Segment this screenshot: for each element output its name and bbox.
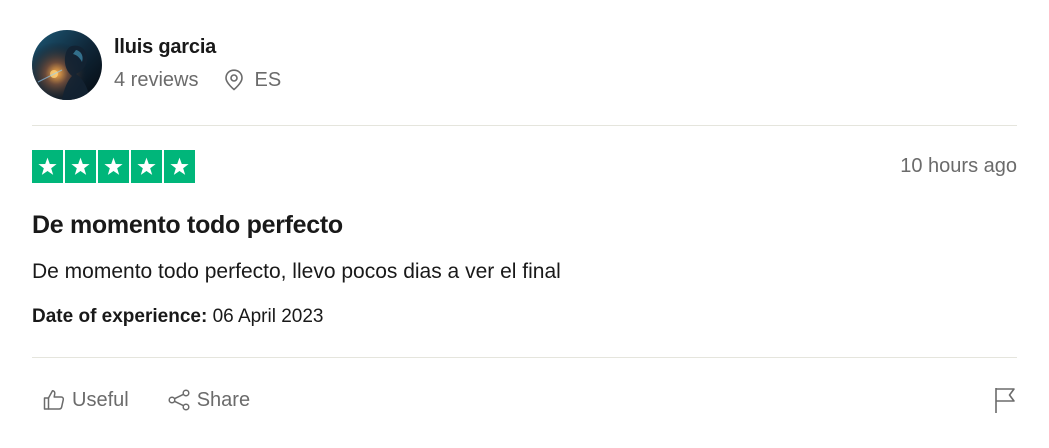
share-button[interactable]: Share [157,384,260,416]
reviews-count: 4 reviews [114,69,199,91]
reviewer-header: lluis garcia 4 reviews ES [32,30,281,100]
date-of-experience: Date of experience: 06 April 2023 [32,304,324,330]
experience-label: Date of experience: [32,306,208,327]
review-actions: Useful Share [32,384,260,416]
review-timestamp: 10 hours ago [900,155,1017,177]
reviewer-avatar[interactable] [32,30,102,100]
useful-label: Useful [72,389,129,411]
reviewer-meta: 4 reviews ES [114,68,281,92]
star-icon [137,157,156,175]
star-5 [164,150,195,183]
star-3 [98,150,129,183]
share-label: Share [196,389,251,411]
review-title[interactable]: De momento todo perfecto [32,210,343,240]
location-label: ES [254,69,282,91]
star-rating [32,150,195,183]
star-icon [71,157,90,175]
review-card: lluis garcia 4 reviews ES 10 hours ago D… [0,0,1049,448]
star-icon [170,157,189,175]
star-4 [131,150,162,183]
useful-button[interactable]: Useful [32,384,139,416]
thumbs-up-icon [43,390,65,410]
footer-divider [32,357,1017,358]
location-pin-icon [225,69,244,91]
reviewer-location: ES [224,68,281,92]
experience-date: 06 April 2023 [212,306,324,327]
star-2 [65,150,96,183]
share-icon [168,389,190,411]
report-button[interactable] [993,386,1017,419]
header-divider [32,125,1017,126]
flag-icon [995,388,1015,413]
review-body: De momento todo perfecto, llevo pocos di… [32,260,561,283]
star-icon [38,157,57,175]
star-icon [104,157,123,175]
reviewer-info: lluis garcia 4 reviews ES [114,30,281,92]
reviewer-name[interactable]: lluis garcia [114,35,281,59]
star-1 [32,150,63,183]
